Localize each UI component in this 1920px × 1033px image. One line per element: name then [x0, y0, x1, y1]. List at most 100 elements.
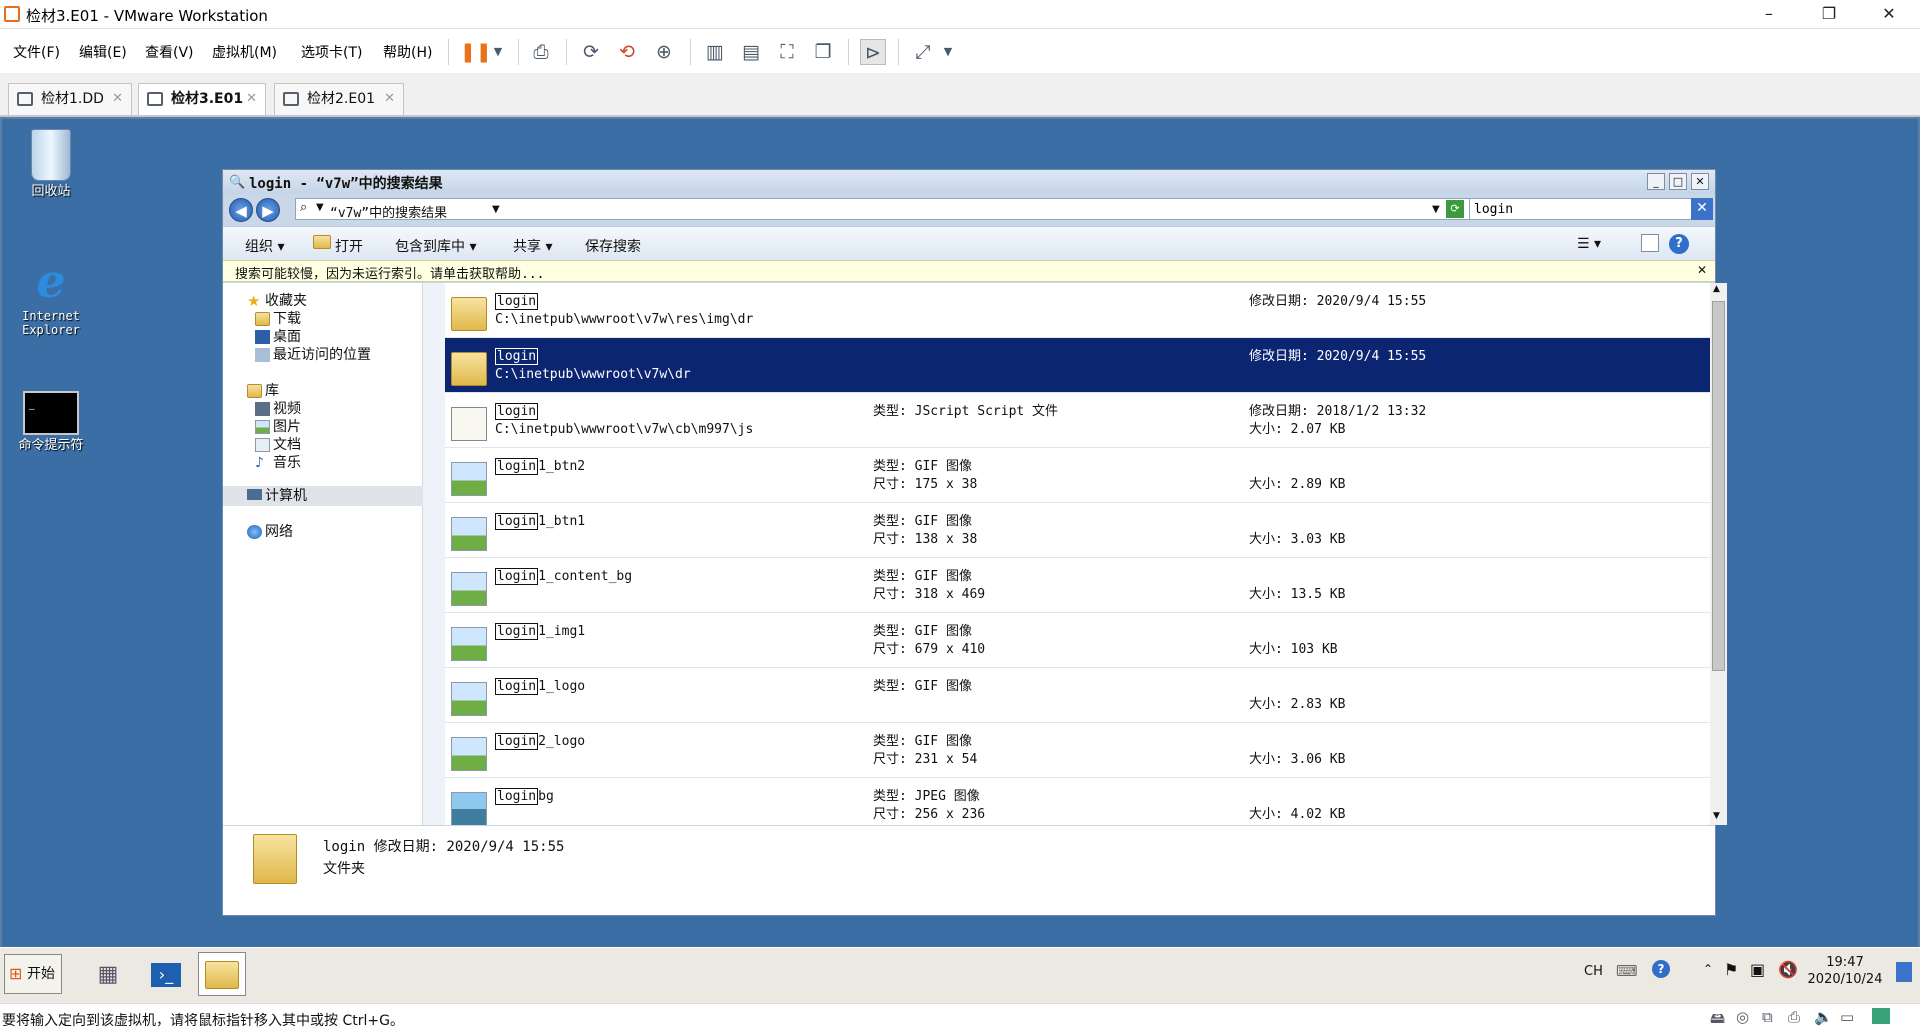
hard-disk-icon[interactable]: 🖴 [1710, 1008, 1725, 1033]
chevron-down-icon[interactable]: ▼ [492, 204, 500, 215]
nav-recent-places[interactable]: 最近访问的位置 [223, 345, 423, 365]
result-name[interactable]: login 1_logo [495, 678, 585, 695]
menu-tabs[interactable]: 选项卡(T) [301, 42, 362, 62]
result-name[interactable]: login 1_content_bg [495, 568, 632, 585]
help-icon[interactable]: ? [1652, 960, 1670, 978]
scroll-down-icon[interactable]: ▼ [1713, 811, 1720, 821]
result-name[interactable]: login 1_btn2 [495, 458, 585, 475]
search-input[interactable] [1469, 198, 1693, 220]
result-name[interactable]: login 2_logo [495, 733, 585, 750]
printer-icon[interactable]: ⎙ [1788, 1008, 1800, 1026]
nav-music[interactable]: ♪ 音乐 [223, 453, 423, 473]
sound-card-icon[interactable]: 🔈 [1814, 1008, 1833, 1026]
preview-pane-icon[interactable] [1641, 234, 1659, 252]
revert-snapshot-icon[interactable]: ⟲ [614, 39, 640, 65]
dropdown-arrow-icon[interactable]: ▼ [485, 39, 511, 65]
thumbnail-view-icon[interactable]: ▤ [738, 39, 764, 65]
desktop-icon-command-prompt[interactable]: _ 命令提示符 [6, 391, 96, 453]
language-indicator[interactable]: CH [1584, 964, 1603, 979]
menu-help[interactable]: 帮助(H) [383, 42, 432, 62]
tab-vm-3[interactable]: 检材3.E01 ✕ [138, 83, 266, 115]
result-row[interactable]: login 2_logo 类型: GIF 图像 尺寸: 231 x 54 大小: 3.0… [445, 723, 1710, 778]
explorer-maximize-button[interactable]: □ [1669, 173, 1687, 190]
start-button[interactable]: ⊞ 开始 [4, 954, 62, 994]
pause-icon[interactable]: ❚❚ [460, 39, 492, 65]
menu-vm[interactable]: 虚拟机(M) [212, 42, 277, 62]
result-row[interactable]: login 1_btn1 类型: GIF 图像 尺寸: 138 x 38 大小: 3.0… [445, 503, 1710, 558]
result-row[interactable]: login C:\inetpub\wwwroot\v7w\dr 修改日期: 2020… [445, 338, 1710, 393]
close-tab-icon[interactable]: ✕ [384, 84, 395, 114]
keyboard-icon[interactable]: ⌨ [1616, 962, 1638, 980]
view-options-icon[interactable]: ☰ ▾ [1577, 236, 1601, 252]
close-tab-icon[interactable]: ✕ [246, 84, 257, 114]
result-name[interactable]: login bg [495, 788, 554, 805]
unity-icon[interactable]: ❐ [810, 39, 836, 65]
nav-downloads[interactable]: 下载 [223, 309, 423, 329]
result-name[interactable]: login 1_img1 [495, 623, 585, 640]
menu-file[interactable]: 文件(F) [13, 42, 60, 62]
explorer-title-bar[interactable]: 🔍 login - “v7w”中的搜索结果 _ □ ✕ [223, 170, 1715, 194]
result-name[interactable]: login [495, 348, 539, 365]
flag-icon[interactable]: ⚑ [1724, 960, 1738, 979]
close-info-bar-icon[interactable]: ✕ [1697, 263, 1707, 277]
volume-muted-icon[interactable]: 🔇 [1778, 960, 1798, 979]
result-row[interactable]: login 1_logo 类型: GIF 图像 大小: 2.83 KB [445, 668, 1710, 723]
result-row[interactable]: login 1_btn2 类型: GIF 图像 尺寸: 175 x 38 大小: 2.8… [445, 448, 1710, 503]
nav-documents[interactable]: 文档 [223, 435, 423, 455]
tab-vm-2[interactable]: 检材2.E01 ✕ [274, 83, 404, 115]
show-hidden-icons[interactable]: ⌃ [1703, 962, 1713, 976]
clear-search-icon[interactable]: ✕ [1691, 198, 1713, 220]
result-row[interactable]: login C:\inetpub\wwwroot\v7w\cb\m997\js 类型… [445, 393, 1710, 448]
nav-pictures[interactable]: 图片 [223, 417, 423, 437]
result-row[interactable]: login 1_content_bg 类型: GIF 图像 尺寸: 318 x 469… [445, 558, 1710, 613]
tab-vm-1[interactable]: 检材1.DD ✕ [8, 83, 132, 115]
network-adapter-icon[interactable]: ⧉ [1762, 1008, 1773, 1026]
result-name[interactable]: login [495, 403, 539, 420]
explorer-minimize-button[interactable]: _ [1647, 173, 1665, 190]
restore-button[interactable]: ❐ [1806, 0, 1852, 29]
cd-rom-icon[interactable]: ◎ [1736, 1008, 1749, 1026]
show-desktop-button[interactable] [1896, 962, 1912, 982]
guest-clock[interactable]: 19:47 2020/10/24 [1800, 954, 1890, 988]
save-search-button[interactable]: 保存搜索 [585, 236, 641, 256]
console-view-icon[interactable]: ⊳ [860, 39, 886, 65]
forward-button[interactable]: ▶ [256, 198, 280, 222]
full-screen-icon[interactable]: ⛶ [774, 39, 800, 65]
chevron-down-icon[interactable]: ▼ [316, 202, 324, 213]
close-tab-icon[interactable]: ✕ [112, 84, 123, 114]
taskbar-explorer[interactable] [198, 952, 246, 996]
minimize-button[interactable]: – [1746, 0, 1792, 29]
snapshot-manager-icon[interactable]: ⊕ [651, 39, 677, 65]
desktop-icon-internet-explorer[interactable]: e Internet Explorer [6, 257, 96, 337]
nav-favorites[interactable]: ★ 收藏夹 [223, 291, 423, 311]
desktop-icon-recycle-bin[interactable]: 回收站 [6, 129, 96, 199]
result-name[interactable]: login [495, 293, 539, 310]
results-scrollbar[interactable]: ▲ ▼ [1710, 283, 1727, 825]
send-ctrl-alt-del-icon[interactable]: ⎙ [528, 39, 554, 65]
explorer-window[interactable]: 🔍 login - “v7w”中的搜索结果 _ □ ✕ ◀ ▶ ⌕ ▼ “v7w… [222, 169, 1727, 916]
scroll-up-icon[interactable]: ▲ [1713, 284, 1720, 294]
menu-edit[interactable]: 编辑(E) [79, 42, 127, 62]
display-icon[interactable]: ▭ [1840, 1008, 1854, 1026]
stretch-guest-icon[interactable]: ⤢ [910, 39, 936, 65]
info-bar[interactable]: 搜索可能较慢，因为未运行索引。请单击获取帮助... ✕ [223, 260, 1715, 282]
taskbar-powershell[interactable]: ›_ [142, 952, 190, 996]
open-button[interactable]: 打开 [335, 236, 363, 256]
refresh-icon[interactable]: ⟳ [1446, 200, 1464, 218]
result-name[interactable]: login 1_btn1 [495, 513, 585, 530]
nav-network[interactable]: 网络 [223, 522, 423, 542]
back-button[interactable]: ◀ [229, 198, 253, 222]
result-row[interactable]: login C:\inetpub\wwwroot\v7w\res\img\dr 修改… [445, 283, 1710, 338]
pane-splitter[interactable] [423, 283, 445, 825]
library-view-icon[interactable]: ▥ [702, 39, 728, 65]
scrollbar-thumb[interactable] [1712, 301, 1725, 671]
menu-view[interactable]: 查看(V) [145, 42, 194, 62]
share-button[interactable]: 共享 ▾ [513, 236, 552, 256]
address-bar[interactable]: ⌕ ▼ “v7w”中的搜索结果 ▼ ▼ ⟳ [295, 198, 1665, 221]
result-row[interactable]: login bg 类型: JPEG 图像 尺寸: 256 x 236 大小: 4.02 … [445, 778, 1710, 825]
close-button[interactable]: ✕ [1866, 0, 1912, 29]
help-icon[interactable]: ? [1669, 234, 1689, 254]
include-in-library-button[interactable]: 包含到库中 ▾ [395, 236, 476, 256]
nav-desktop[interactable]: 桌面 [223, 327, 423, 347]
snapshot-icon[interactable]: ⟳ [578, 39, 604, 65]
